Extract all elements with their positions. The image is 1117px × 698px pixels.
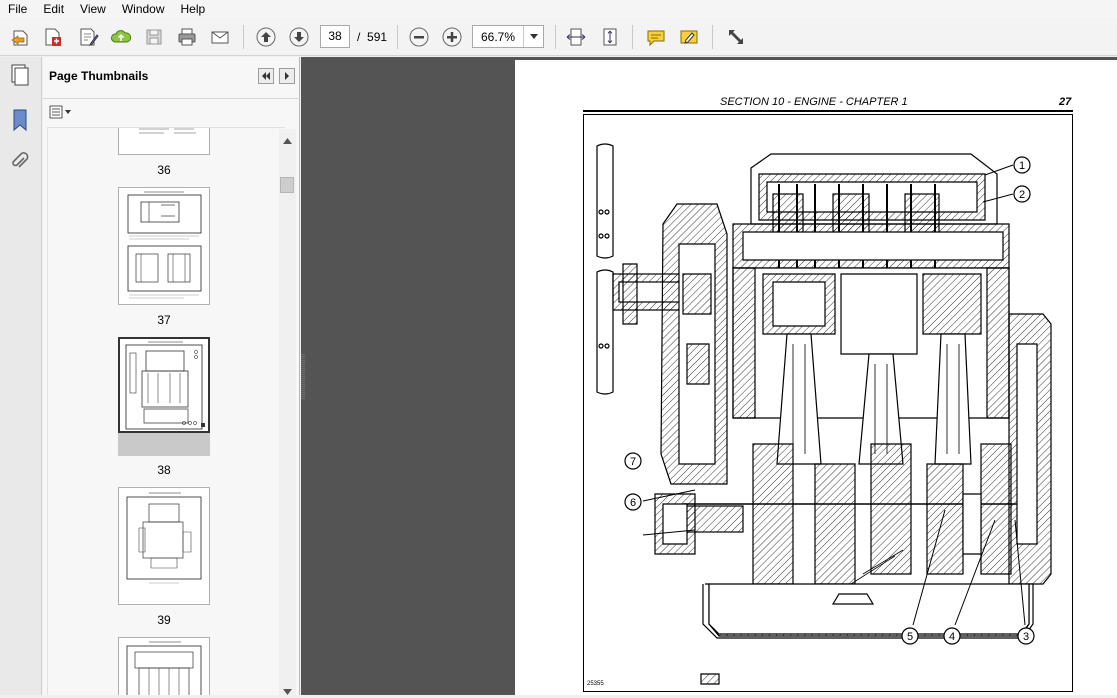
collapse-panel-button[interactable] [258,68,274,84]
thumbnail-page[interactable] [118,128,210,155]
svg-text:7: 7 [630,456,636,468]
cloud-upload-icon[interactable] [108,24,134,50]
figure-code: 25355 [587,681,604,687]
thumbnail-page[interactable] [118,187,210,305]
email-icon[interactable] [207,24,233,50]
callout-layer: 1 2 3 4 5 6 7 [624,156,1035,645]
next-page-icon[interactable] [286,24,312,50]
thumbnail-label: 38 [157,463,171,477]
fit-page-icon[interactable] [597,24,623,50]
thumbnails-title: Page Thumbnails [49,69,149,83]
thumbnail-label: 36 [157,163,171,177]
menu-view[interactable]: View [72,1,114,17]
scroll-up-icon[interactable] [283,133,292,147]
page-total: / 591 [357,30,388,44]
save-icon[interactable] [141,24,167,50]
svg-text:1: 1 [1019,160,1025,172]
navigation-strip [0,57,42,695]
chevron-down-icon[interactable] [523,26,543,47]
callout-2: 2 [1013,185,1031,203]
zoom-value: 66.7% [481,30,516,44]
svg-text:3: 3 [1023,631,1029,643]
previous-page-icon[interactable] [253,24,279,50]
thumbnails-header: Page Thumbnails [43,57,300,99]
menu-edit[interactable]: Edit [35,1,72,17]
thumbnails-list[interactable]: 36 37 38 39 [47,127,285,695]
scroll-down-icon[interactable] [283,684,292,698]
callout-5: 5 [901,627,919,645]
expand-icon[interactable] [723,24,749,50]
page-number-input[interactable]: 38 [320,25,350,48]
edit-icon[interactable] [75,24,101,50]
callout-6: 6 [624,493,642,511]
thumbnail-label: 37 [157,313,171,327]
thumbnail-page[interactable] [118,637,210,695]
thumbnail-page[interactable] [118,487,210,605]
options-menu-icon[interactable] [49,105,73,122]
menu-file[interactable]: File [0,1,35,17]
svg-text:5: 5 [907,631,913,643]
comment-icon[interactable] [643,24,669,50]
toolbar: 38 / 591 66.7% [0,18,1117,56]
callout-3: 3 [1017,627,1035,645]
svg-text:2: 2 [1019,189,1025,201]
zoom-out-icon[interactable] [406,24,432,50]
svg-text:4: 4 [949,631,955,643]
callout-7: 7 [624,452,642,470]
thumbnail-page-selected[interactable] [118,337,210,433]
document-page: SECTION 10 - ENGINE - CHAPTER 1 27 1 2 3… [515,60,1117,695]
callout-1: 1 [1013,156,1031,174]
print-icon[interactable] [174,24,200,50]
open-icon[interactable] [8,24,34,50]
svg-text:6: 6 [630,497,636,509]
fit-width-icon[interactable] [563,24,589,50]
zoom-in-icon[interactable] [439,24,465,50]
zoom-select[interactable]: 66.7% [472,25,544,48]
attachment-icon[interactable] [6,147,34,177]
highlight-icon[interactable] [676,24,702,50]
thumbnails-scrollbar[interactable] [279,129,296,695]
thumbnails-panel: Page Thumbnails 36 37 38 39 [43,57,300,695]
pages-icon[interactable] [6,60,34,90]
thumbnail-options [43,99,300,127]
scroll-thumb[interactable] [280,177,294,193]
menu-window[interactable]: Window [114,1,173,17]
panel-splitter[interactable] [301,352,305,402]
expand-panel-button[interactable] [279,68,295,84]
create-pdf-icon[interactable] [40,24,66,50]
thumbnail-label: 39 [157,613,171,627]
menu-bar: File Edit View Window Help [0,0,1117,18]
menu-help[interactable]: Help [173,1,214,17]
bookmark-icon[interactable] [6,105,34,135]
callout-4: 4 [943,627,961,645]
